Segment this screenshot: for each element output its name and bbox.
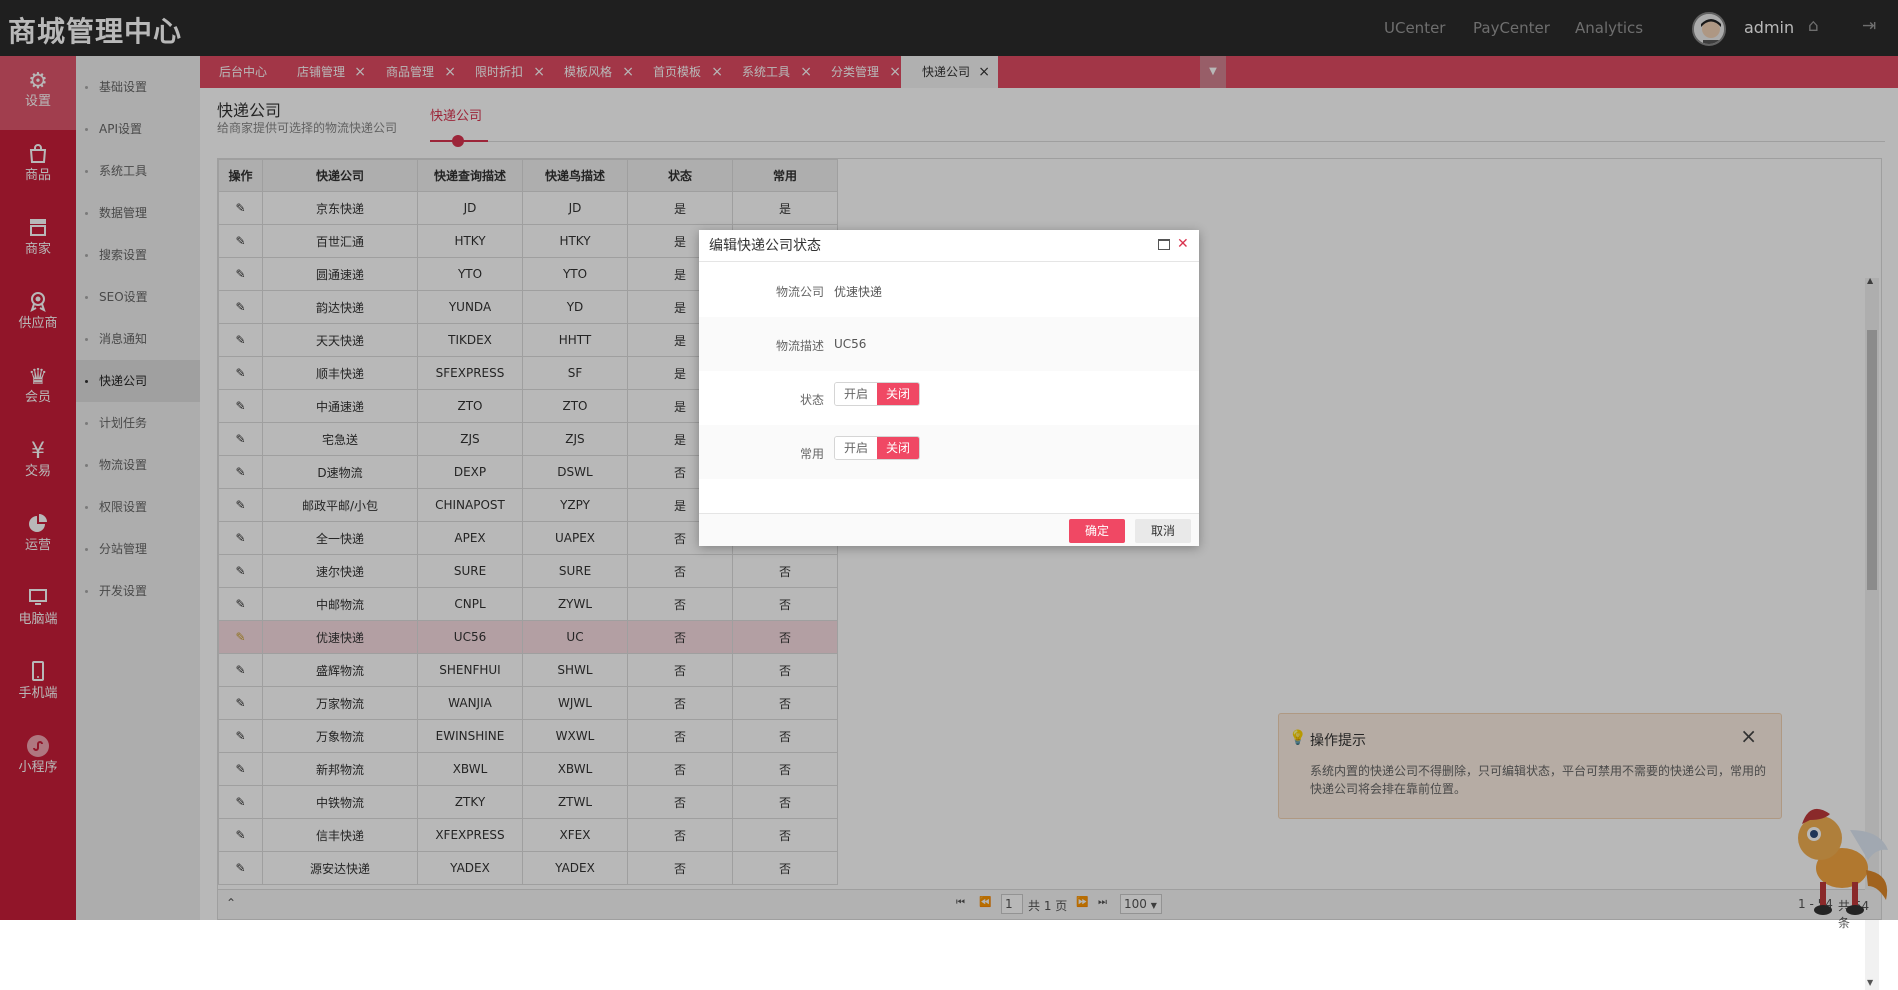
- form-row-desc: 物流描述 UC56: [699, 317, 1199, 371]
- maximize-icon[interactable]: [1158, 239, 1170, 250]
- common-toggle[interactable]: 开启 关闭: [834, 436, 920, 460]
- company-label: 物流公司: [775, 285, 824, 299]
- cancel-button[interactable]: 取消: [1135, 519, 1191, 543]
- common-label: 常用: [799, 447, 824, 461]
- toggle-on-option[interactable]: 开启: [835, 383, 877, 405]
- toggle-off-option[interactable]: 关闭: [877, 437, 919, 459]
- close-icon[interactable]: ✕: [1177, 236, 1189, 252]
- desc-label: 物流描述: [775, 339, 824, 353]
- dialog-title: 编辑快递公司状态: [699, 230, 1199, 262]
- form-row-common: 常用 开启 关闭: [699, 425, 1199, 479]
- desc-value: UC56: [834, 337, 867, 351]
- edit-express-dialog: 编辑快递公司状态 ✕ 物流公司 优速快递 物流描述 UC56 状态 开启 关闭 …: [699, 230, 1199, 546]
- confirm-button[interactable]: 确定: [1069, 519, 1125, 543]
- form-row-company: 物流公司 优速快递: [699, 263, 1199, 317]
- toggle-on-option[interactable]: 开启: [835, 437, 877, 459]
- scroll-down-icon[interactable]: ▼: [1867, 978, 1873, 987]
- dialog-footer: 确定 取消: [699, 513, 1199, 546]
- status-toggle[interactable]: 开启 关闭: [834, 382, 920, 406]
- form-row-status: 状态 开启 关闭: [699, 371, 1199, 425]
- company-value: 优速快递: [834, 285, 883, 299]
- toggle-off-option[interactable]: 关闭: [877, 383, 919, 405]
- status-label: 状态: [799, 393, 824, 407]
